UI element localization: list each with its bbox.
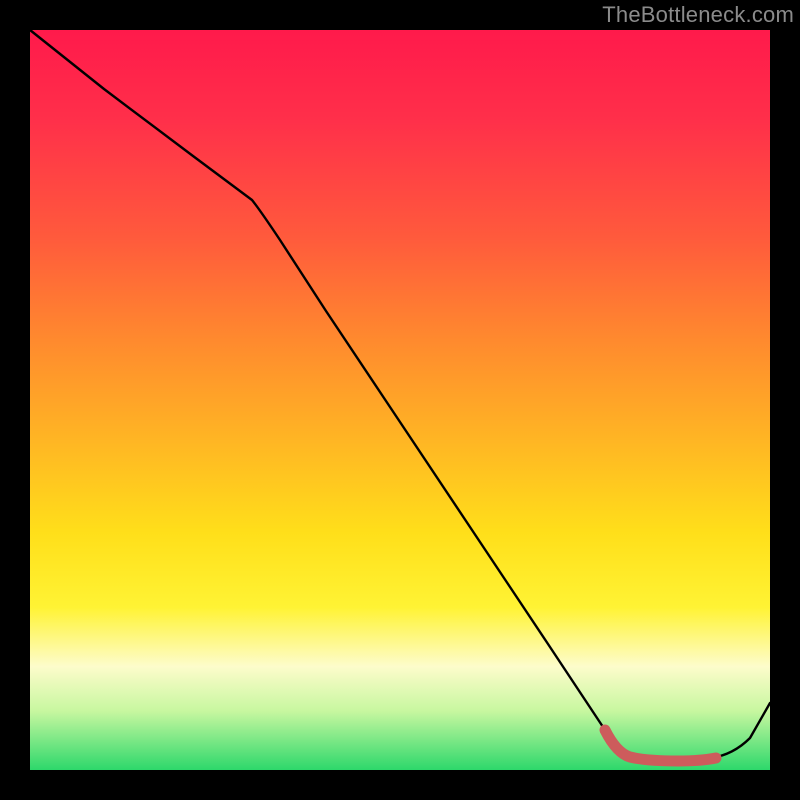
watermark-text: TheBottleneck.com [602, 2, 794, 28]
optimal-region-marker [605, 730, 716, 761]
bottleneck-curve [30, 30, 770, 760]
chart-overlay [30, 30, 770, 770]
chart-frame: TheBottleneck.com [0, 0, 800, 800]
